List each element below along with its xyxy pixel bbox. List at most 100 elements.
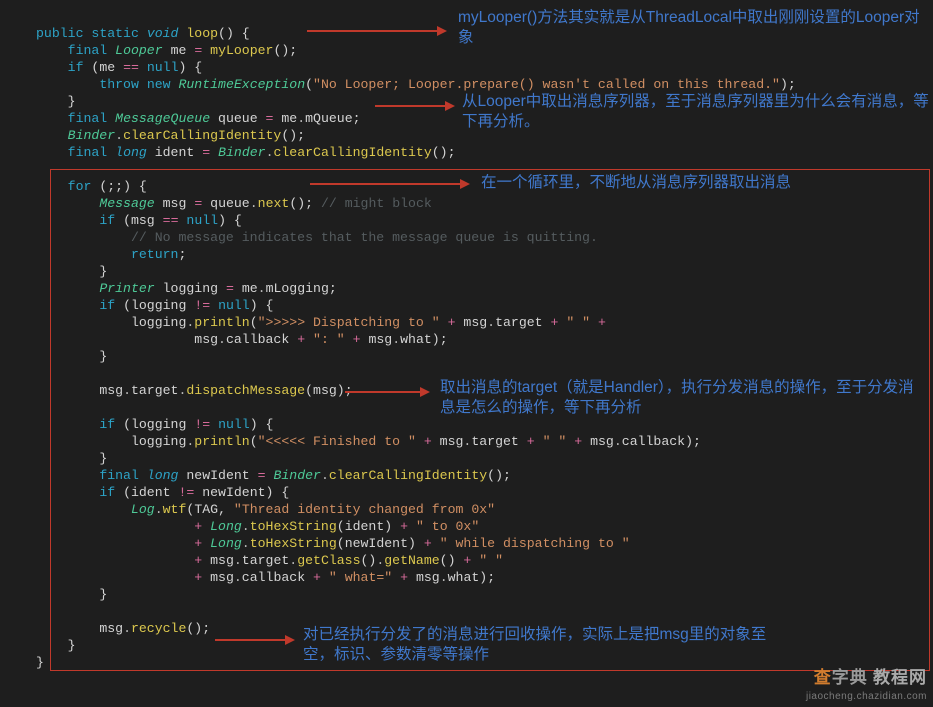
type: Looper — [115, 43, 162, 58]
kw: null — [147, 60, 179, 75]
string: "No Looper; Looper.prepare() wasn't call… — [313, 77, 780, 92]
dot: . — [242, 536, 250, 551]
dot: . — [289, 553, 297, 568]
dot: . — [392, 332, 400, 347]
ident: msg — [99, 383, 123, 398]
annotation-for-loop: 在一个循环里，不断地从消息序列器取出消息 — [481, 173, 921, 193]
ident: newIdent — [186, 468, 249, 483]
kw: void — [147, 26, 179, 41]
string: ": " — [313, 332, 345, 347]
dot: . — [440, 570, 448, 585]
ident: mLogging — [266, 281, 329, 296]
punct: ; — [353, 111, 361, 126]
string: "Thread identity changed from 0x" — [234, 502, 495, 517]
punct: ) { — [250, 298, 274, 313]
dot: . — [242, 519, 250, 534]
ident: me — [281, 111, 297, 126]
kw: long — [115, 145, 147, 160]
op: + — [194, 519, 202, 534]
punct: ); — [432, 332, 448, 347]
dot: . — [258, 281, 266, 296]
punct: (); — [432, 145, 456, 160]
kw: null — [186, 213, 218, 228]
ident: callback — [226, 332, 289, 347]
comment: // might block — [313, 196, 432, 211]
ident: me — [171, 43, 187, 58]
op: == — [163, 213, 179, 228]
method: toHexString — [250, 536, 337, 551]
op: + — [194, 553, 202, 568]
method: clearCallingIdentity — [273, 145, 431, 160]
op: != — [178, 485, 194, 500]
punct: () — [218, 26, 234, 41]
ident: target — [471, 434, 518, 449]
kw: throw — [99, 77, 139, 92]
type: Long — [210, 519, 242, 534]
kw: if — [99, 298, 115, 313]
string: " what=" — [329, 570, 392, 585]
ident: what — [448, 570, 480, 585]
watermark-text: 查字典 教程网 — [814, 663, 927, 688]
ident: msg — [463, 315, 487, 330]
string: " while dispatching to " — [440, 536, 630, 551]
ident: queue — [218, 111, 258, 126]
op: != — [194, 298, 210, 313]
ident: callback — [242, 570, 305, 585]
ident: msg — [210, 553, 234, 568]
annotation-dispatch: 取出消息的target（就是Handler），执行分发消息的操作，至于分发消息是… — [440, 378, 920, 418]
ident: me — [242, 281, 258, 296]
watermark-url: jiaocheng.chazidian.com — [806, 691, 927, 702]
op: = — [266, 111, 274, 126]
kw: if — [68, 60, 84, 75]
string: " " — [543, 434, 567, 449]
punct: (;;) { — [99, 179, 146, 194]
op: + — [194, 570, 202, 585]
method: getName — [384, 553, 439, 568]
op: + — [400, 570, 408, 585]
dot: . — [321, 468, 329, 483]
punct: (); — [487, 468, 511, 483]
type: Binder — [218, 145, 265, 160]
punct: ); — [685, 434, 701, 449]
ident: msg — [194, 332, 218, 347]
punct: ; — [329, 281, 337, 296]
kw: new — [147, 77, 171, 92]
method: next — [258, 196, 290, 211]
annotation-myLooper: myLooper()方法其实就是从ThreadLocal中取出刚刚设置的Loop… — [458, 8, 928, 48]
op: = — [194, 43, 202, 58]
brace: } — [68, 94, 76, 109]
type: Printer — [99, 281, 154, 296]
ident: newIdent — [202, 485, 265, 500]
method: getClass — [297, 553, 360, 568]
method: dispatchMessage — [186, 383, 305, 398]
kw: null — [218, 417, 250, 432]
ident: queue — [210, 196, 250, 211]
brace: } — [68, 638, 76, 653]
type: MessageQueue — [115, 111, 210, 126]
ident: logging — [131, 315, 186, 330]
method: recycle — [131, 621, 186, 636]
ident: ident — [345, 519, 385, 534]
ident: ident — [131, 485, 171, 500]
op: + — [400, 519, 408, 534]
op: + — [574, 434, 582, 449]
op: + — [598, 315, 606, 330]
op: + — [194, 536, 202, 551]
dot: . — [123, 621, 131, 636]
op: + — [353, 332, 361, 347]
dot: . — [115, 128, 123, 143]
method: clearCallingIdentity — [329, 468, 487, 483]
punct: (); — [289, 196, 313, 211]
punct: ( — [305, 77, 313, 92]
type: Long — [210, 536, 242, 551]
dot: . — [123, 383, 131, 398]
punct: ( — [123, 213, 131, 228]
ident: msg — [131, 213, 155, 228]
ident: msg — [210, 570, 234, 585]
ident: msg — [313, 383, 337, 398]
ident: me — [99, 60, 115, 75]
ident: ident — [155, 145, 195, 160]
dot: . — [614, 434, 622, 449]
punct: ( — [250, 315, 258, 330]
ident: callback — [622, 434, 685, 449]
